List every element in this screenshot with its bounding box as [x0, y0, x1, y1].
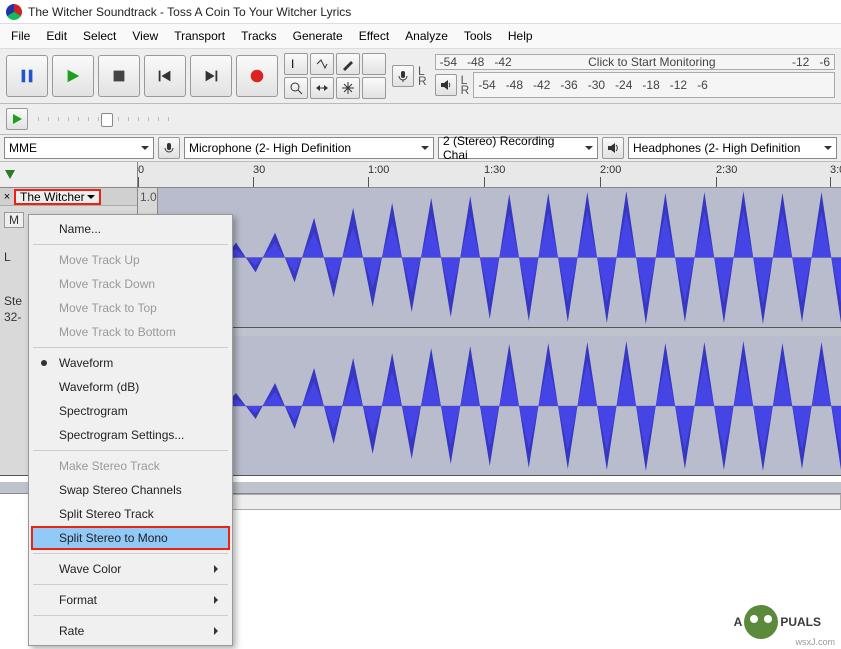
menu-item-swap-stereo-channels[interactable]: Swap Stereo Channels — [31, 478, 230, 502]
svg-text:I: I — [291, 57, 294, 71]
pause-button[interactable] — [6, 55, 48, 97]
selection-tool-icon[interactable]: I — [284, 53, 308, 75]
menu-view[interactable]: View — [125, 26, 165, 46]
audio-host-select[interactable]: MME — [4, 137, 154, 159]
menu-item-waveform[interactable]: Waveform — [31, 351, 230, 375]
recording-device-select[interactable]: Microphone (2- High Definition — [184, 137, 434, 159]
menu-item-name[interactable]: Name... — [31, 217, 230, 241]
menu-item-format[interactable]: Format — [31, 588, 230, 612]
tools-grid: I — [284, 53, 386, 99]
time-label: 1:30 — [484, 164, 505, 176]
menu-effect[interactable]: Effect — [352, 26, 396, 46]
device-toolbar: MME Microphone (2- High Definition 2 (St… — [0, 135, 841, 162]
play-speed-toolbar — [0, 104, 841, 135]
time-label: 1:00 — [368, 164, 389, 176]
time-label: 0 — [138, 164, 144, 176]
menu-tracks[interactable]: Tracks — [234, 26, 284, 46]
menu-item-spectrogram-settings[interactable]: Spectrogram Settings... — [31, 423, 230, 447]
time-label: 3:00 — [830, 164, 841, 176]
blank-tool — [362, 53, 386, 75]
channel-right[interactable] — [138, 336, 841, 476]
meter-lr-play: LR — [459, 75, 472, 95]
menu-select[interactable]: Select — [76, 26, 123, 46]
meter-lr-rec: LR — [416, 66, 429, 86]
track-context-menu: Name...Move Track UpMove Track DownMove … — [28, 214, 233, 646]
chevron-down-icon — [87, 195, 95, 203]
channel-left[interactable]: 1.0 — [138, 188, 841, 328]
title-bar: The Witcher Soundtrack - Toss A Coin To … — [0, 0, 841, 24]
playback-speed-slider[interactable] — [38, 117, 178, 121]
menu-item-move-track-down: Move Track Down — [31, 272, 230, 296]
speaker-icon[interactable] — [435, 74, 457, 96]
speaker-device-icon — [602, 137, 624, 159]
transport-toolbar: I LR -54 -48 -42 Click to Start Monitori… — [0, 49, 841, 104]
timeline-ruler[interactable]: 0 30 1:00 1:30 2:00 2:30 3:00 — [0, 162, 841, 188]
horizontal-scrollbar[interactable] — [138, 494, 841, 510]
menu-edit[interactable]: Edit — [39, 26, 74, 46]
play-button[interactable] — [52, 55, 94, 97]
time-label: 30 — [253, 164, 265, 176]
menu-bar: File Edit Select View Transport Tracks G… — [0, 24, 841, 49]
menu-item-spectrogram[interactable]: Spectrogram — [31, 399, 230, 423]
watermark: APUALS — [734, 605, 821, 639]
record-button[interactable] — [236, 55, 278, 97]
window-title: The Witcher Soundtrack - Toss A Coin To … — [28, 5, 351, 19]
draw-tool-icon[interactable] — [336, 53, 360, 75]
app-icon — [6, 4, 22, 20]
menu-item-wave-color[interactable]: Wave Color — [31, 557, 230, 581]
playback-device-select[interactable]: Headphones (2- High Definition — [628, 137, 837, 159]
multi-tool-icon[interactable] — [336, 77, 360, 99]
menu-item-move-track-to-top: Move Track to Top — [31, 296, 230, 320]
menu-tools[interactable]: Tools — [457, 26, 499, 46]
record-meter-section: LR — [392, 65, 429, 87]
zoom-tool-icon[interactable] — [284, 77, 308, 99]
timeline-pin[interactable] — [0, 162, 138, 187]
menu-item-make-stereo-track: Make Stereo Track — [31, 454, 230, 478]
recording-meter[interactable]: -54 -48 -42 Click to Start Monitoring -1… — [435, 54, 835, 70]
recording-channels-select[interactable]: 2 (Stereo) Recording Chai — [438, 137, 598, 159]
menu-file[interactable]: File — [4, 26, 37, 46]
stop-button[interactable] — [98, 55, 140, 97]
waveform-left[interactable] — [158, 188, 841, 327]
time-label: 2:30 — [716, 164, 737, 176]
mic-device-icon — [158, 137, 180, 159]
waveform-right[interactable] — [158, 336, 841, 476]
menu-item-move-track-up: Move Track Up — [31, 248, 230, 272]
time-label: 2:00 — [600, 164, 621, 176]
close-track-button[interactable]: × — [0, 191, 14, 203]
menu-transport[interactable]: Transport — [167, 26, 232, 46]
timeshift-tool-icon[interactable] — [310, 77, 334, 99]
menu-analyze[interactable]: Analyze — [398, 26, 455, 46]
playback-meter[interactable]: -54 -48 -42 -36 -30 -24 -18 -12 -6 — [473, 72, 835, 98]
skip-end-button[interactable] — [190, 55, 232, 97]
blank-tool2 — [362, 77, 386, 99]
play-at-speed-button[interactable] — [6, 108, 28, 130]
envelope-tool-icon[interactable] — [310, 53, 334, 75]
mute-button[interactable]: M — [4, 212, 24, 228]
appuals-logo-icon — [744, 605, 778, 639]
menu-item-split-stereo-track[interactable]: Split Stereo Track — [31, 502, 230, 526]
time-ruler[interactable]: 0 30 1:00 1:30 2:00 2:30 3:00 — [138, 162, 841, 187]
menu-generate[interactable]: Generate — [286, 26, 350, 46]
menu-item-waveform-db[interactable]: Waveform (dB) — [31, 375, 230, 399]
menu-help[interactable]: Help — [501, 26, 540, 46]
menu-item-split-stereo-to-mono[interactable]: Split Stereo to Mono — [31, 526, 230, 550]
source-watermark: wsxJ.com — [795, 637, 835, 647]
waveform-view[interactable]: 1.0 — [138, 188, 841, 476]
menu-item-move-track-to-bottom: Move Track to Bottom — [31, 320, 230, 344]
skip-start-button[interactable] — [144, 55, 186, 97]
menu-item-rate[interactable]: Rate — [31, 619, 230, 643]
track-dropdown-button[interactable]: The Witcher — [14, 189, 101, 205]
pan-left-label: L — [4, 250, 11, 264]
mic-icon[interactable] — [392, 65, 414, 87]
